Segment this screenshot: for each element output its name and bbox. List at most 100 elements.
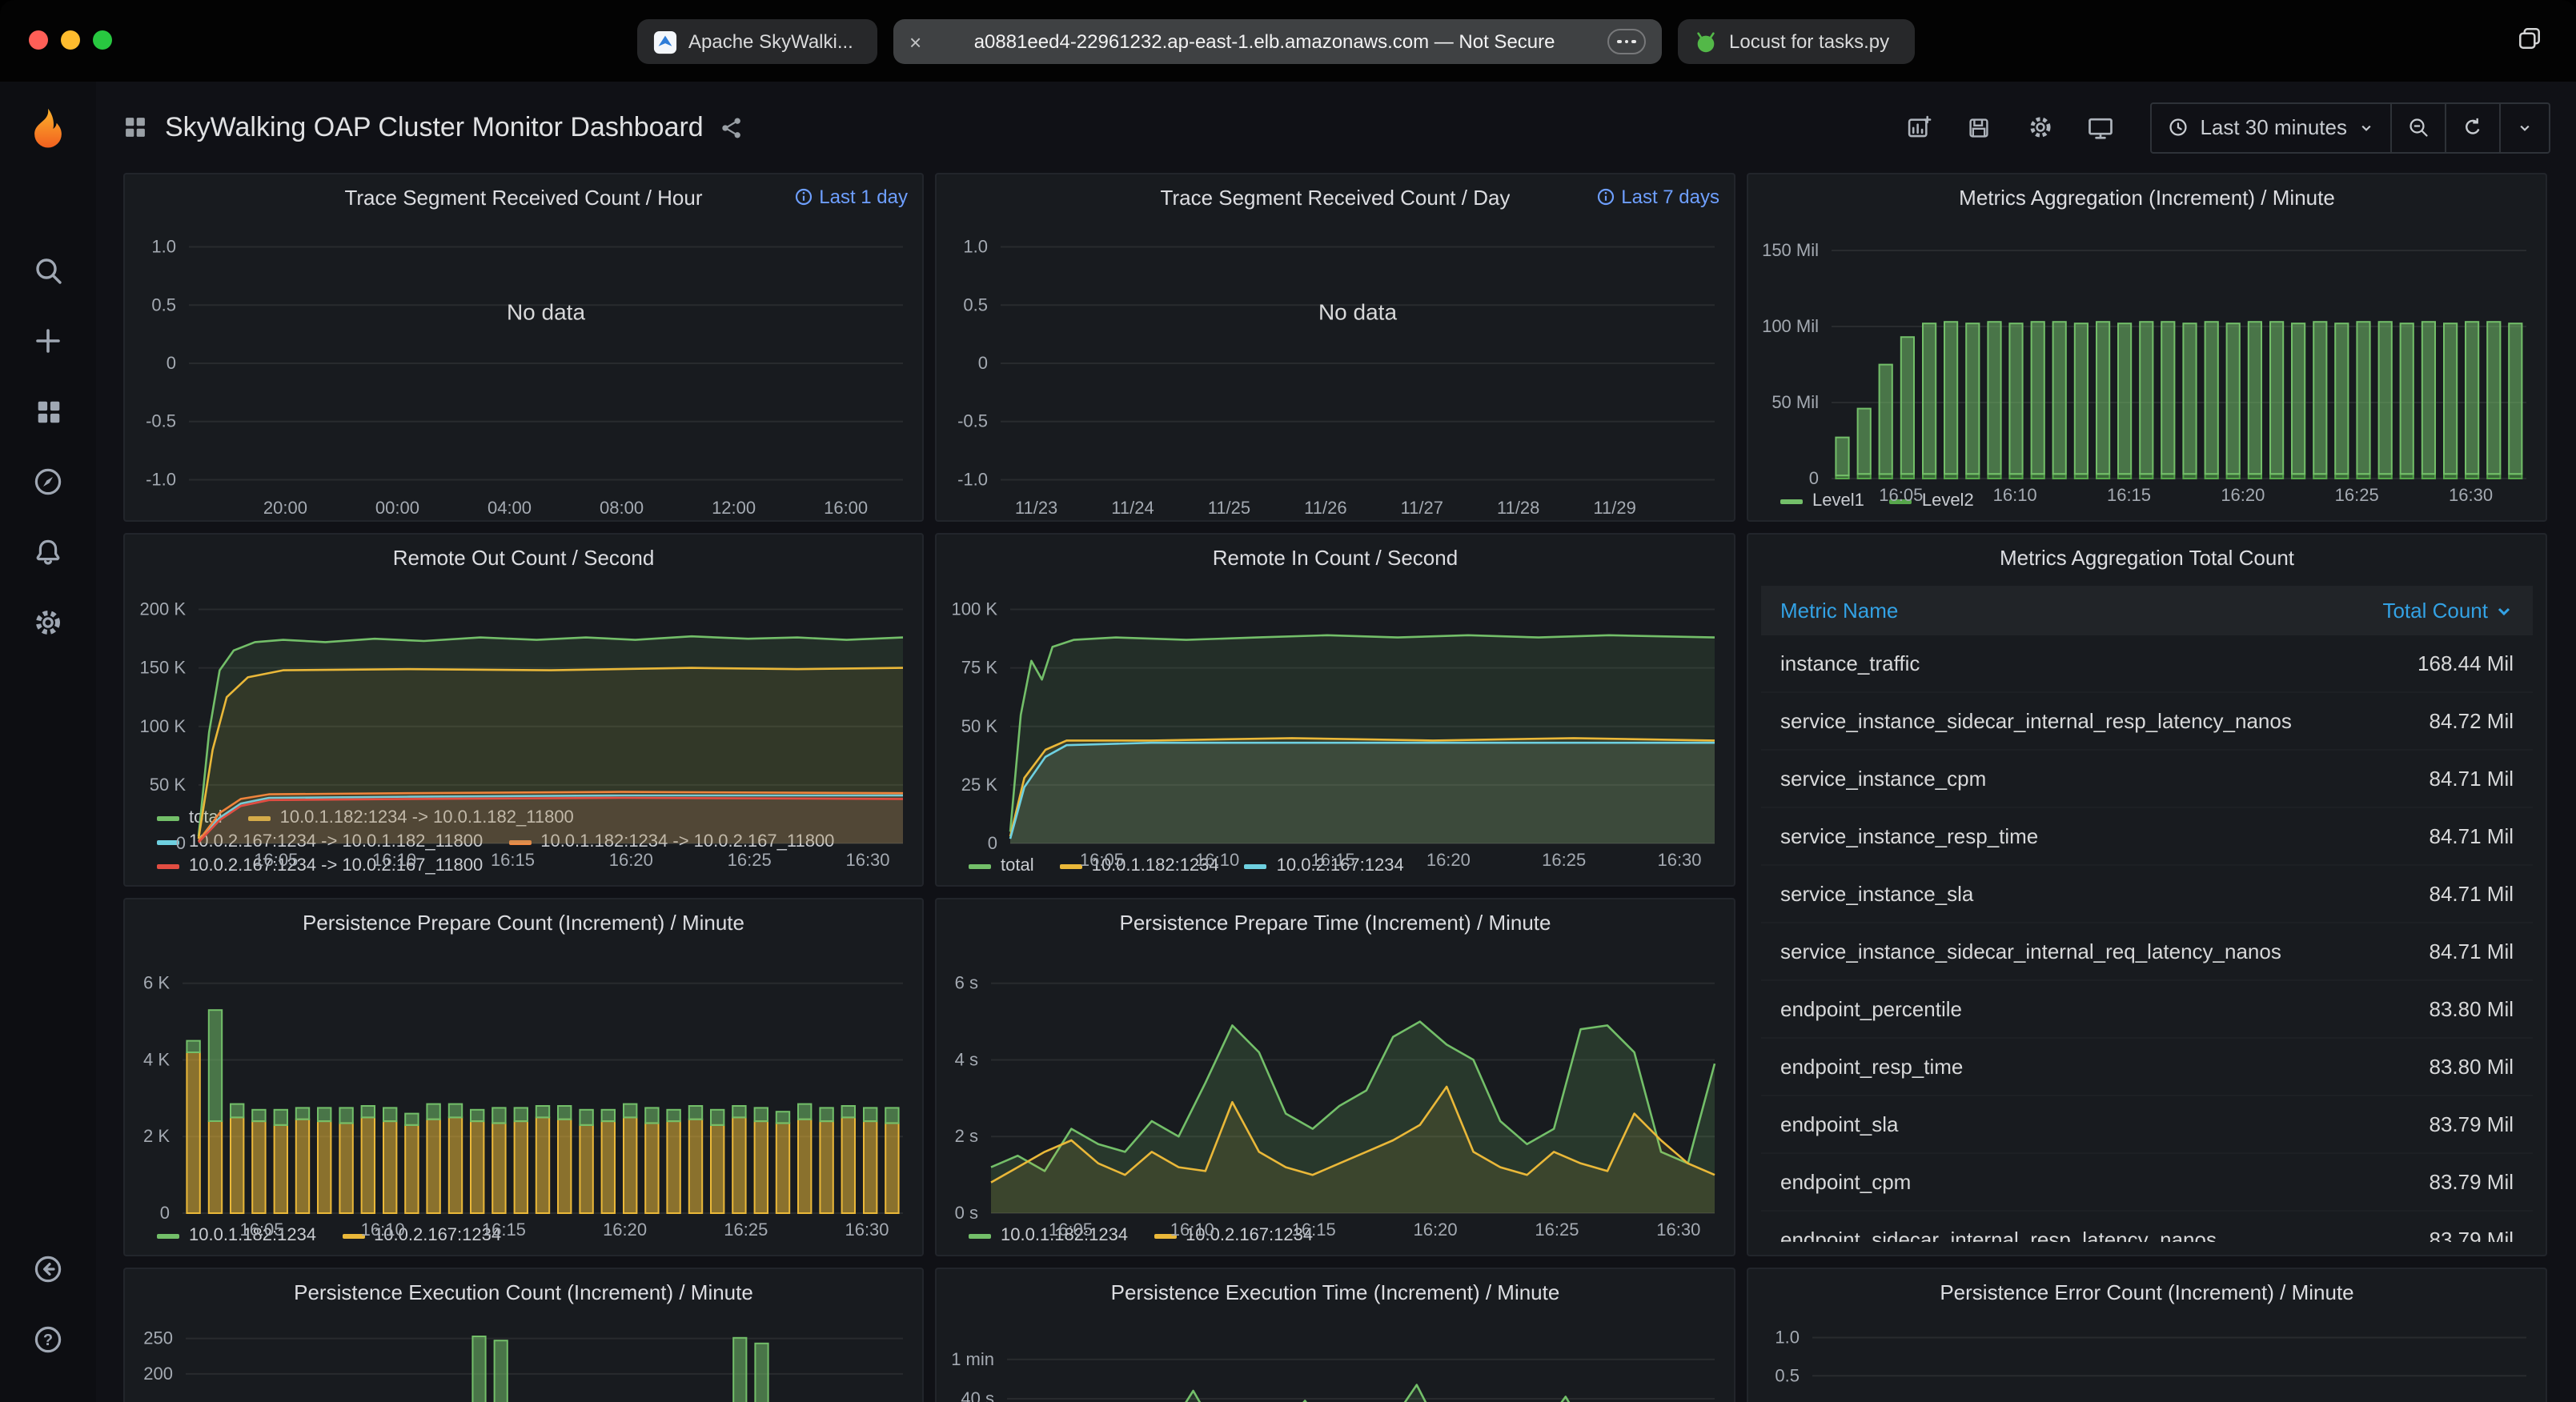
tab-title: Locust for tasks.py: [1729, 30, 1889, 53]
panel-title[interactable]: Metrics Aggregation Total Count: [2000, 545, 2294, 569]
svg-text:00:00: 00:00: [375, 498, 419, 518]
zoom-button[interactable]: [93, 30, 112, 50]
tv-mode-button[interactable]: [2080, 106, 2121, 148]
svg-text:16:30: 16:30: [845, 1220, 889, 1240]
refresh-interval-dropdown[interactable]: [2499, 103, 2549, 151]
chart-persistence-prepare-time[interactable]: 0 s2 s4 s6 s16:0516:1016:1516:2016:2516:…: [937, 944, 1734, 1223]
chart-trace-day[interactable]: 1.00.50-0.5-1.011/2311/2411/2511/2611/27…: [937, 219, 1734, 520]
time-range-button[interactable]: Last 30 minutes: [2152, 103, 2390, 151]
share-icon[interactable]: [720, 114, 745, 140]
dashboards-grid-icon: [33, 396, 63, 427]
tab-options-icon[interactable]: [1607, 29, 1646, 54]
metric-name-cell: service_instance_sidecar_internal_resp_l…: [1780, 709, 2292, 733]
table-row[interactable]: service_instance_sidecar_internal_req_la…: [1761, 923, 2533, 981]
browser-window: Apache SkyWalki... × a0881eed4-22961232.…: [0, 0, 2576, 1402]
panel-title[interactable]: Persistence Execution Count (Increment) …: [294, 1280, 753, 1304]
panel-title[interactable]: Persistence Prepare Count (Increment) / …: [303, 910, 744, 934]
sidebar-item-create[interactable]: [0, 306, 96, 376]
tab-overview-button[interactable]: [2515, 24, 2544, 58]
panel-title[interactable]: Remote In Count / Second: [1213, 545, 1458, 569]
chart-persistence-prepare-count[interactable]: 02 K4 K6 K16:0516:1016:1516:2016:2516:30: [125, 944, 922, 1223]
svg-text:16:05: 16:05: [254, 850, 298, 870]
table-row[interactable]: instance_traffic168.44 Mil: [1761, 635, 2533, 693]
gear-icon: [32, 607, 64, 639]
table-row[interactable]: endpoint_sidecar_internal_resp_latency_n…: [1761, 1212, 2533, 1242]
chart-metrics-aggregation[interactable]: 050 Mil100 Mil150 Mil16:0516:1016:1516:2…: [1748, 219, 2546, 488]
time-override-badge[interactable]: Last 7 days: [1595, 174, 1719, 219]
sidebar-item-sign-in[interactable]: [0, 1234, 96, 1304]
table-row[interactable]: service_instance_resp_time84.71 Mil: [1761, 808, 2533, 866]
chart-remote-in[interactable]: 025 K50 K75 K100 K16:0516:1016:1516:2016…: [937, 579, 1734, 853]
tab-apache-skywalking[interactable]: Apache SkyWalki...: [637, 19, 877, 64]
metric-name-cell: service_instance_cpm: [1780, 767, 1986, 791]
sidebar-item-help[interactable]: ?: [0, 1304, 96, 1375]
svg-text:16:30: 16:30: [1656, 1220, 1700, 1240]
badge-label: Last 7 days: [1621, 186, 1719, 208]
refresh-button[interactable]: [2445, 103, 2499, 151]
panel-title[interactable]: Remote Out Count / Second: [393, 545, 655, 569]
table-row[interactable]: service_instance_cpm84.71 Mil: [1761, 751, 2533, 808]
svg-text:16:15: 16:15: [482, 1220, 526, 1240]
search-icon: [32, 254, 64, 286]
panel-title[interactable]: Metrics Aggregation (Increment) / Minute: [1959, 185, 2335, 209]
svg-text:16:00: 16:00: [824, 498, 868, 518]
stacked-tabs-icon: [2515, 24, 2544, 53]
column-header-metric-name[interactable]: Metric Name: [1780, 599, 1898, 623]
close-button[interactable]: [29, 30, 48, 50]
minimize-button[interactable]: [61, 30, 80, 50]
tab-locust[interactable]: Locust for tasks.py: [1678, 19, 1915, 64]
grafana-logo[interactable]: [0, 82, 96, 178]
panel-header: Metrics Aggregation (Increment) / Minute: [1748, 174, 2546, 219]
panel-title[interactable]: Trace Segment Received Count / Hour: [344, 185, 702, 209]
svg-text:0.5: 0.5: [151, 294, 176, 314]
chart-trace-hour[interactable]: 1.00.50-0.5-1.020:0000:0004:0008:0012:00…: [125, 219, 922, 520]
sidebar-item-alerting[interactable]: [0, 517, 96, 587]
apps-grid-icon[interactable]: [122, 114, 149, 141]
grafana-sidebar: ?: [0, 82, 96, 1402]
table-row[interactable]: endpoint_resp_time83.80 Mil: [1761, 1039, 2533, 1096]
chart-persistence-execution-count[interactable]: 25020015010050016:0516:1016:1516:2016:25…: [125, 1314, 922, 1402]
zoom-out-button[interactable]: [2390, 103, 2445, 151]
svg-text:11/23: 11/23: [1015, 498, 1057, 518]
grafana-app: ? SkyWalking OAP Cluster Monitor Dashboa…: [0, 82, 2576, 1402]
dashboard-settings-button[interactable]: [2019, 106, 2060, 148]
table-row[interactable]: service_instance_sla84.71 Mil: [1761, 866, 2533, 923]
sidebar-item-configuration[interactable]: [0, 587, 96, 658]
chart-persistence-execution-time[interactable]: 1 min40 s20 s0 s16:0516:1016:1516:2016:2…: [937, 1314, 1734, 1402]
sidebar-item-dashboards[interactable]: [0, 376, 96, 447]
svg-text:25 K: 25 K: [961, 775, 998, 795]
svg-text:75 K: 75 K: [961, 658, 998, 678]
svg-text:16:25: 16:25: [1542, 850, 1586, 870]
svg-text:-0.5: -0.5: [957, 411, 988, 431]
table-row[interactable]: endpoint_cpm83.79 Mil: [1761, 1154, 2533, 1212]
panel-title[interactable]: Persistence Error Count (Increment) / Mi…: [1940, 1280, 2353, 1304]
panel-header: Trace Segment Received Count / Hour Last…: [125, 174, 922, 219]
column-header-total-count[interactable]: Total Count: [2382, 599, 2514, 623]
dashboard-title[interactable]: SkyWalking OAP Cluster Monitor Dashboard: [165, 111, 704, 143]
chart-persistence-error-count[interactable]: 1.00.50-0.5-1.0: [1748, 1314, 2546, 1402]
chart-remote-out[interactable]: 050 K100 K150 K200 K16:0516:1016:1516:20…: [125, 579, 922, 805]
sidebar-item-search[interactable]: [0, 235, 96, 306]
tab-active-grafana[interactable]: × a0881eed4-22961232.ap-east-1.elb.amazo…: [893, 19, 1662, 64]
table-row[interactable]: endpoint_percentile83.80 Mil: [1761, 981, 2533, 1039]
svg-text:16:10: 16:10: [1993, 485, 2037, 505]
svg-text:250: 250: [143, 1328, 173, 1348]
panel-title[interactable]: Persistence Execution Time (Increment) /…: [1111, 1280, 1560, 1304]
panel-header: Trace Segment Received Count / Day Last …: [937, 174, 1734, 219]
svg-text:50 Mil: 50 Mil: [1772, 392, 1819, 412]
add-panel-button[interactable]: [1897, 106, 1939, 148]
table-row[interactable]: service_instance_sidecar_internal_resp_l…: [1761, 693, 2533, 751]
svg-text:150 K: 150 K: [140, 658, 187, 678]
panel-title[interactable]: Persistence Prepare Time (Increment) / M…: [1120, 910, 1551, 934]
svg-text:1.0: 1.0: [151, 237, 176, 257]
table-row[interactable]: endpoint_sla83.79 Mil: [1761, 1096, 2533, 1154]
dashboard-grid: Trace Segment Received Count / Hour Last…: [96, 173, 2576, 1402]
sidebar-item-explore[interactable]: [0, 447, 96, 517]
sidebar-bottom-group: ?: [0, 1234, 96, 1375]
panel-title[interactable]: Trace Segment Received Count / Day: [1161, 185, 1511, 209]
time-override-badge[interactable]: Last 1 day: [793, 174, 908, 219]
save-dashboard-button[interactable]: [1958, 106, 2000, 148]
tab-close-icon[interactable]: ×: [909, 31, 921, 52]
svg-text:16:25: 16:25: [728, 850, 772, 870]
svg-text:0: 0: [1809, 468, 1819, 488]
